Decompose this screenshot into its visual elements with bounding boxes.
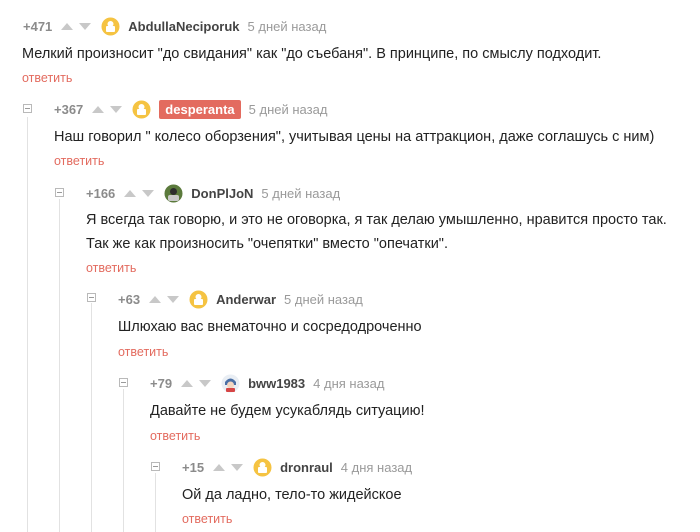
comment-meta: +471 AbdullaNeciporuk 5 дней назад	[23, 16, 326, 36]
comment-text: Шлюхаю вас внематочно и сосредодроченно	[118, 319, 422, 335]
collapse-toggle[interactable]	[55, 188, 64, 197]
rating-count: +63	[118, 291, 141, 307]
reply-link[interactable]: ответить	[22, 71, 72, 85]
upvote-icon[interactable]	[181, 379, 194, 387]
comment-meta: +367 desperanta 5 дней назад	[54, 99, 327, 119]
upvote-icon[interactable]	[213, 463, 226, 471]
user-photo-avatar-icon[interactable]	[164, 184, 183, 203]
thread-line-1[interactable]	[27, 117, 28, 532]
default-avatar-icon[interactable]	[253, 458, 272, 477]
comment-meta: +166 DonPlJoN 5 дней назад	[86, 183, 340, 203]
upvote-icon[interactable]	[149, 295, 162, 303]
reply-link[interactable]: ответить	[182, 512, 232, 526]
comment-text: Наш говорил " колесо оборзения", учитыва…	[54, 129, 655, 145]
default-avatar-icon[interactable]	[101, 17, 120, 36]
comment-text-line: Так же как произносить "очепятки" вместо…	[86, 236, 448, 252]
rating-count: +471	[23, 18, 53, 34]
comment-text: Ой да ладно, тело-то жидейское	[182, 487, 402, 503]
comment-meta: +79 bww1983 4 дня назад	[150, 373, 384, 393]
username[interactable]: DonPlJoN	[191, 186, 253, 201]
timestamp[interactable]: 5 дней назад	[249, 102, 328, 117]
downvote-icon[interactable]	[142, 189, 155, 197]
upvote-icon[interactable]	[124, 189, 137, 197]
collapse-toggle[interactable]	[87, 293, 96, 302]
reply-link[interactable]: ответить	[118, 345, 168, 359]
timestamp[interactable]: 4 дня назад	[341, 460, 412, 475]
username[interactable]: dronraul	[280, 460, 333, 475]
thread-line-4[interactable]	[123, 389, 124, 532]
rating-count: +367	[54, 101, 84, 117]
username[interactable]: Anderwar	[216, 292, 276, 307]
thread-line-2[interactable]	[59, 199, 60, 532]
timestamp[interactable]: 5 дней назад	[284, 292, 363, 307]
rating-count: +79	[150, 375, 173, 391]
thread-line-3[interactable]	[91, 303, 92, 532]
timestamp[interactable]: 5 дней назад	[248, 19, 327, 34]
reply-link[interactable]: ответить	[150, 429, 200, 443]
username[interactable]: AbdullaNeciporuk	[128, 19, 239, 34]
upvote-icon[interactable]	[61, 22, 74, 30]
rating-count: +15	[182, 459, 205, 475]
collapse-toggle[interactable]	[23, 104, 32, 113]
anime-avatar-icon[interactable]	[221, 374, 240, 393]
timestamp[interactable]: 5 дней назад	[261, 186, 340, 201]
thread-line-5[interactable]	[155, 473, 156, 532]
downvote-icon[interactable]	[199, 379, 212, 387]
downvote-icon[interactable]	[79, 22, 92, 30]
username-highlighted[interactable]: desperanta	[159, 99, 241, 119]
rating-count: +166	[86, 185, 116, 201]
collapse-toggle[interactable]	[151, 462, 160, 471]
comment-text-line: Я всегда так говорю, и это не оговорка, …	[86, 212, 667, 228]
default-avatar-icon[interactable]	[132, 100, 151, 119]
comment-meta: +15 dronraul 4 дня назад	[182, 457, 412, 477]
username[interactable]: bww1983	[248, 376, 305, 391]
collapse-toggle[interactable]	[119, 378, 128, 387]
reply-link[interactable]: ответить	[54, 154, 104, 168]
comment-meta: +63 Anderwar 5 дней назад	[118, 289, 363, 309]
default-avatar-icon[interactable]	[189, 290, 208, 309]
downvote-icon[interactable]	[110, 105, 123, 113]
downvote-icon[interactable]	[167, 295, 180, 303]
comment-text: Давайте не будем усукаблядь ситуацию!	[150, 403, 425, 419]
upvote-icon[interactable]	[92, 105, 105, 113]
timestamp[interactable]: 4 дня назад	[313, 376, 384, 391]
comment-text: Мелкий произносит "до свидания" как "до …	[22, 46, 602, 62]
downvote-icon[interactable]	[231, 463, 244, 471]
reply-link[interactable]: ответить	[86, 261, 136, 275]
